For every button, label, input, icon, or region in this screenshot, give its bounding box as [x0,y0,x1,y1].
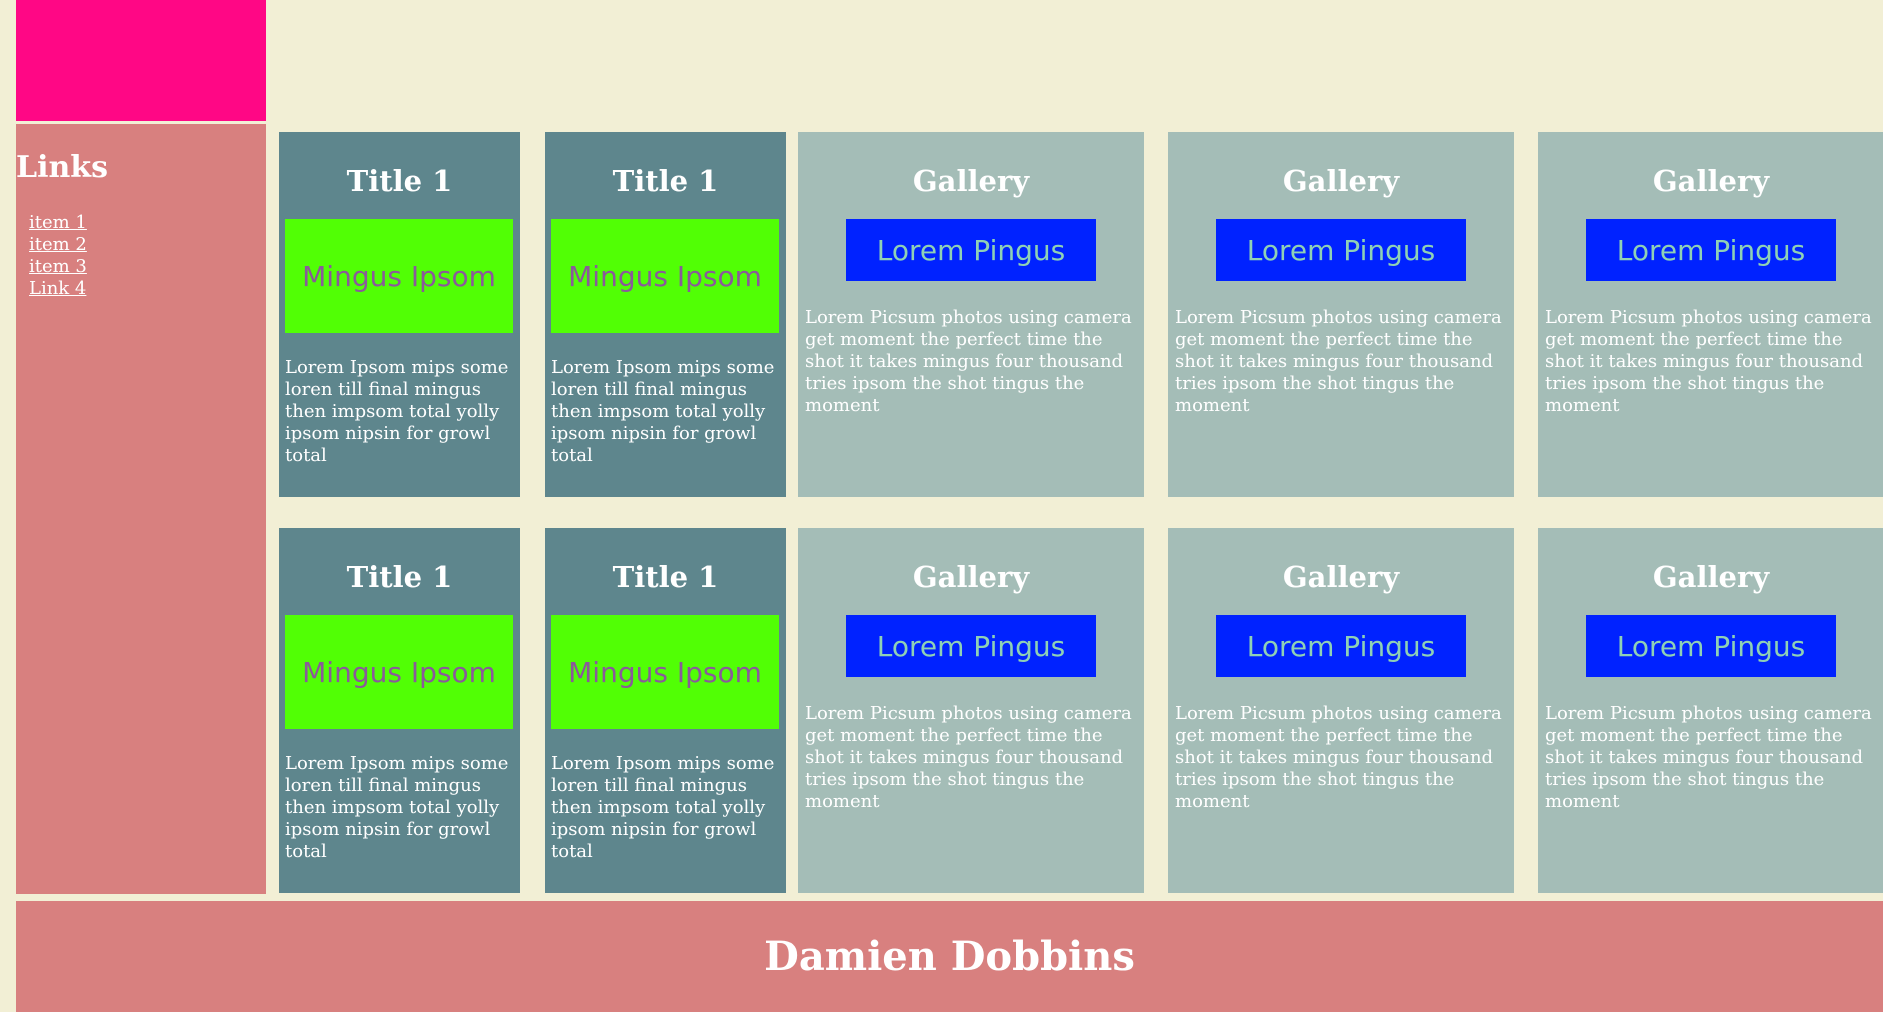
title-card: Title 1 Mingus Ipsom Lorem Ipsom mips so… [279,528,520,893]
card-title: Gallery [1652,560,1770,594]
card-text: Lorem Picsum photos using camera get mom… [805,307,1132,416]
sidebar-link-4[interactable]: Link 4 [29,278,86,299]
card-title: Title 1 [346,164,453,198]
gallery-image-placeholder: Lorem Pingus [1216,219,1466,281]
gallery-image-placeholder: Lorem Pingus [1216,615,1466,677]
card-text: Lorem Picsum photos using camera get mom… [1545,307,1872,416]
sidebar-link-item-1[interactable]: item 1 [29,212,87,233]
sidebar-item: item 2 [29,234,266,256]
card-title: Title 1 [346,560,453,594]
gallery-image-placeholder: Lorem Pingus [846,219,1096,281]
card-text: Lorem Picsum photos using camera get mom… [1175,703,1502,812]
card-title: Title 1 [612,560,719,594]
card-text: Lorem Ipsom mips some loren till final m… [285,357,509,466]
logo-block [16,0,266,121]
footer-name: Damien Dobbins [764,933,1135,980]
gallery-image-placeholder: Lorem Pingus [1586,219,1836,281]
gallery-card: Gallery Lorem Pingus Lorem Picsum photos… [798,132,1144,497]
sidebar-links: item 1 item 2 item 3 Link 4 [29,212,266,300]
gallery-card: Gallery Lorem Pingus Lorem Picsum photos… [1168,132,1514,497]
gallery-image-placeholder: Lorem Pingus [1586,615,1836,677]
title-card: Title 1 Mingus Ipsom Lorem Ipsom mips so… [545,132,786,497]
card-text: Lorem Ipsom mips some loren till final m… [551,357,775,466]
sidebar-item: item 1 [29,212,266,234]
sidebar-item: item 3 [29,256,266,278]
sidebar-heading: Links [16,150,108,185]
card-text: Lorem Ipsom mips some loren till final m… [285,753,509,862]
card-title: Title 1 [612,164,719,198]
card-title: Gallery [1652,164,1770,198]
card-text: Lorem Ipsom mips some loren till final m… [551,753,775,862]
card-text: Lorem Picsum photos using camera get mom… [1175,307,1502,416]
card-image-placeholder: Mingus Ipsom [551,219,779,333]
card-image-placeholder: Mingus Ipsom [551,615,779,729]
page: Links item 1 item 2 item 3 Link 4 Title … [0,0,1883,1012]
title-card: Title 1 Mingus Ipsom Lorem Ipsom mips so… [279,132,520,497]
card-image-placeholder: Mingus Ipsom [285,219,513,333]
card-text: Lorem Picsum photos using camera get mom… [1545,703,1872,812]
sidebar: Links item 1 item 2 item 3 Link 4 [16,124,266,894]
title-card: Title 1 Mingus Ipsom Lorem Ipsom mips so… [545,528,786,893]
sidebar-link-item-3[interactable]: item 3 [29,256,87,277]
gallery-card: Gallery Lorem Pingus Lorem Picsum photos… [1538,132,1883,497]
sidebar-item: Link 4 [29,278,266,300]
footer: Damien Dobbins [16,901,1883,1012]
card-title: Gallery [1282,164,1400,198]
gallery-card: Gallery Lorem Pingus Lorem Picsum photos… [798,528,1144,893]
card-image-placeholder: Mingus Ipsom [285,615,513,729]
card-text: Lorem Picsum photos using camera get mom… [805,703,1132,812]
card-title: Gallery [912,164,1030,198]
gallery-card: Gallery Lorem Pingus Lorem Picsum photos… [1168,528,1514,893]
card-title: Gallery [1282,560,1400,594]
gallery-image-placeholder: Lorem Pingus [846,615,1096,677]
gallery-card: Gallery Lorem Pingus Lorem Picsum photos… [1538,528,1883,893]
card-title: Gallery [912,560,1030,594]
sidebar-link-item-2[interactable]: item 2 [29,234,87,255]
